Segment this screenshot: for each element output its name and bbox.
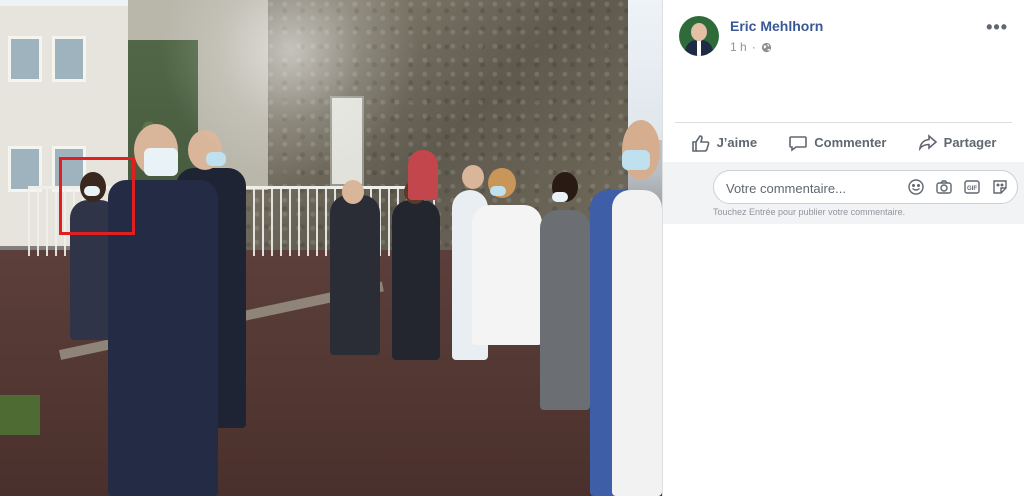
avatar[interactable] [679, 16, 719, 56]
post-header: Eric Mehlhorn 1 h · ••• [679, 16, 1008, 60]
share-icon [918, 133, 937, 151]
comment-input[interactable] [726, 178, 896, 198]
person [392, 200, 440, 360]
comment-tools: GIF [907, 178, 1009, 196]
grass [0, 395, 40, 435]
thumbs-up-icon [691, 134, 709, 152]
person [612, 190, 662, 496]
comment-section: GIF Touchez Entrée pour publier votre co… [663, 162, 1024, 224]
face-mask [622, 150, 650, 170]
comment-icon [789, 135, 808, 152]
comment-label: Commenter [814, 135, 887, 150]
more-options-icon[interactable]: ••• [986, 18, 1008, 36]
person-head [462, 165, 484, 189]
post-meta: 1 h · [730, 40, 772, 54]
like-label: J’aime [716, 135, 758, 150]
sticker-icon[interactable] [991, 178, 1009, 196]
window [52, 36, 86, 82]
face-mask [144, 148, 178, 176]
camera-icon[interactable] [935, 178, 953, 196]
gif-icon[interactable]: GIF [963, 178, 981, 196]
share-button[interactable]: Partager [910, 127, 1005, 159]
action-bar: J’aime Commenter Partager [675, 122, 1012, 162]
person [330, 195, 380, 355]
author-name[interactable]: Eric Mehlhorn [730, 18, 823, 34]
globe-icon [761, 42, 771, 52]
post-time[interactable]: 1 h [730, 40, 747, 54]
face-mask [552, 192, 568, 202]
share-label: Partager [943, 135, 997, 150]
person-head [342, 180, 364, 204]
post-panel: Eric Mehlhorn 1 h · ••• J’aime Commenter [662, 0, 1024, 496]
window [8, 36, 42, 82]
comment-box[interactable]: GIF [713, 170, 1018, 204]
like-button[interactable]: J’aime [683, 127, 765, 159]
person [472, 205, 542, 345]
person [540, 210, 590, 410]
face-mask [490, 186, 506, 196]
post-photo[interactable] [0, 0, 662, 496]
svg-text:GIF: GIF [967, 186, 977, 192]
comment-hint: Touchez Entrée pour publier votre commen… [713, 207, 906, 217]
emoji-icon[interactable] [907, 178, 925, 196]
highlight-box [59, 157, 135, 235]
person [408, 150, 438, 200]
comment-button[interactable]: Commenter [780, 127, 894, 159]
